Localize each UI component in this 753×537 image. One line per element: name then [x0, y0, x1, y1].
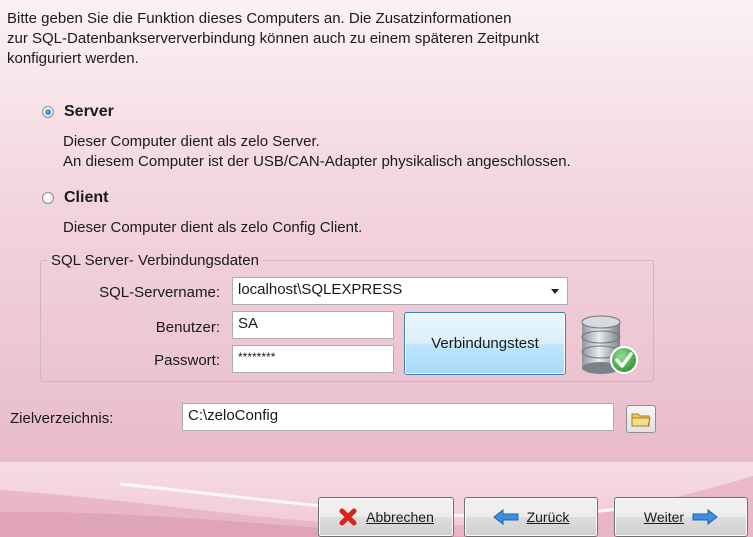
servername-dropdown[interactable]: localhost\SQLEXPRESS	[232, 277, 568, 305]
servername-label: SQL-Servername:	[99, 284, 220, 301]
server-radio-label[interactable]: Server	[64, 103, 114, 121]
server-radio-option[interactable]: Server	[42, 103, 114, 121]
intro-line-3: konfiguriert werden.	[7, 50, 139, 67]
servername-value: localhost\SQLEXPRESS	[238, 281, 403, 298]
password-label: Passwort:	[154, 352, 220, 369]
server-description-line-1: Dieser Computer dient als zelo Server.	[63, 133, 320, 150]
intro-text: Bitte geben Sie die Funktion dieses Comp…	[7, 9, 747, 69]
close-icon	[339, 508, 357, 526]
database-check-icon	[581, 315, 638, 374]
server-radio-button[interactable]	[42, 106, 54, 118]
user-input[interactable]: SA	[232, 311, 394, 339]
target-directory-label: Zielverzeichnis:	[10, 410, 114, 427]
back-button-label: Zurück	[526, 509, 570, 525]
target-directory-input[interactable]: C:\zeloConfig	[182, 403, 614, 431]
client-description: Dieser Computer dient als zelo Config Cl…	[63, 218, 362, 238]
intro-line-2: zur SQL-Datenbankserververbindung können…	[7, 30, 539, 47]
chevron-down-icon[interactable]	[551, 289, 559, 294]
client-radio-option[interactable]: Client	[42, 189, 108, 207]
client-radio-button[interactable]	[42, 192, 54, 204]
server-description: Dieser Computer dient als zelo Server. A…	[63, 132, 571, 172]
cancel-button-label: Abbrechen	[366, 509, 434, 525]
password-input[interactable]: ********	[232, 345, 394, 373]
client-radio-label[interactable]: Client	[64, 189, 108, 207]
arrow-right-icon	[692, 509, 718, 525]
server-description-line-2: An diesem Computer ist der USB/CAN-Adapt…	[63, 153, 571, 170]
arrow-left-icon	[492, 509, 519, 525]
browse-folder-button[interactable]	[626, 405, 656, 433]
password-value: ********	[238, 350, 276, 364]
folder-icon	[631, 413, 651, 427]
cancel-button[interactable]: Abbrechen	[318, 497, 454, 537]
next-button-label: Weiter	[643, 509, 685, 525]
user-label: Benutzer:	[155, 319, 220, 336]
sql-group-legend: SQL Server- Verbindungsdaten	[51, 252, 259, 269]
client-description-line-1: Dieser Computer dient als zelo Config Cl…	[63, 219, 363, 236]
connection-test-button[interactable]: Verbindungstest	[404, 312, 566, 375]
user-value: SA	[238, 315, 259, 332]
intro-line-1: Bitte geben Sie die Funktion dieses Comp…	[7, 10, 512, 27]
next-button[interactable]: Weiter	[614, 497, 748, 537]
back-button[interactable]: Zurück	[464, 497, 598, 537]
target-directory-value: C:\zeloConfig	[188, 407, 279, 424]
